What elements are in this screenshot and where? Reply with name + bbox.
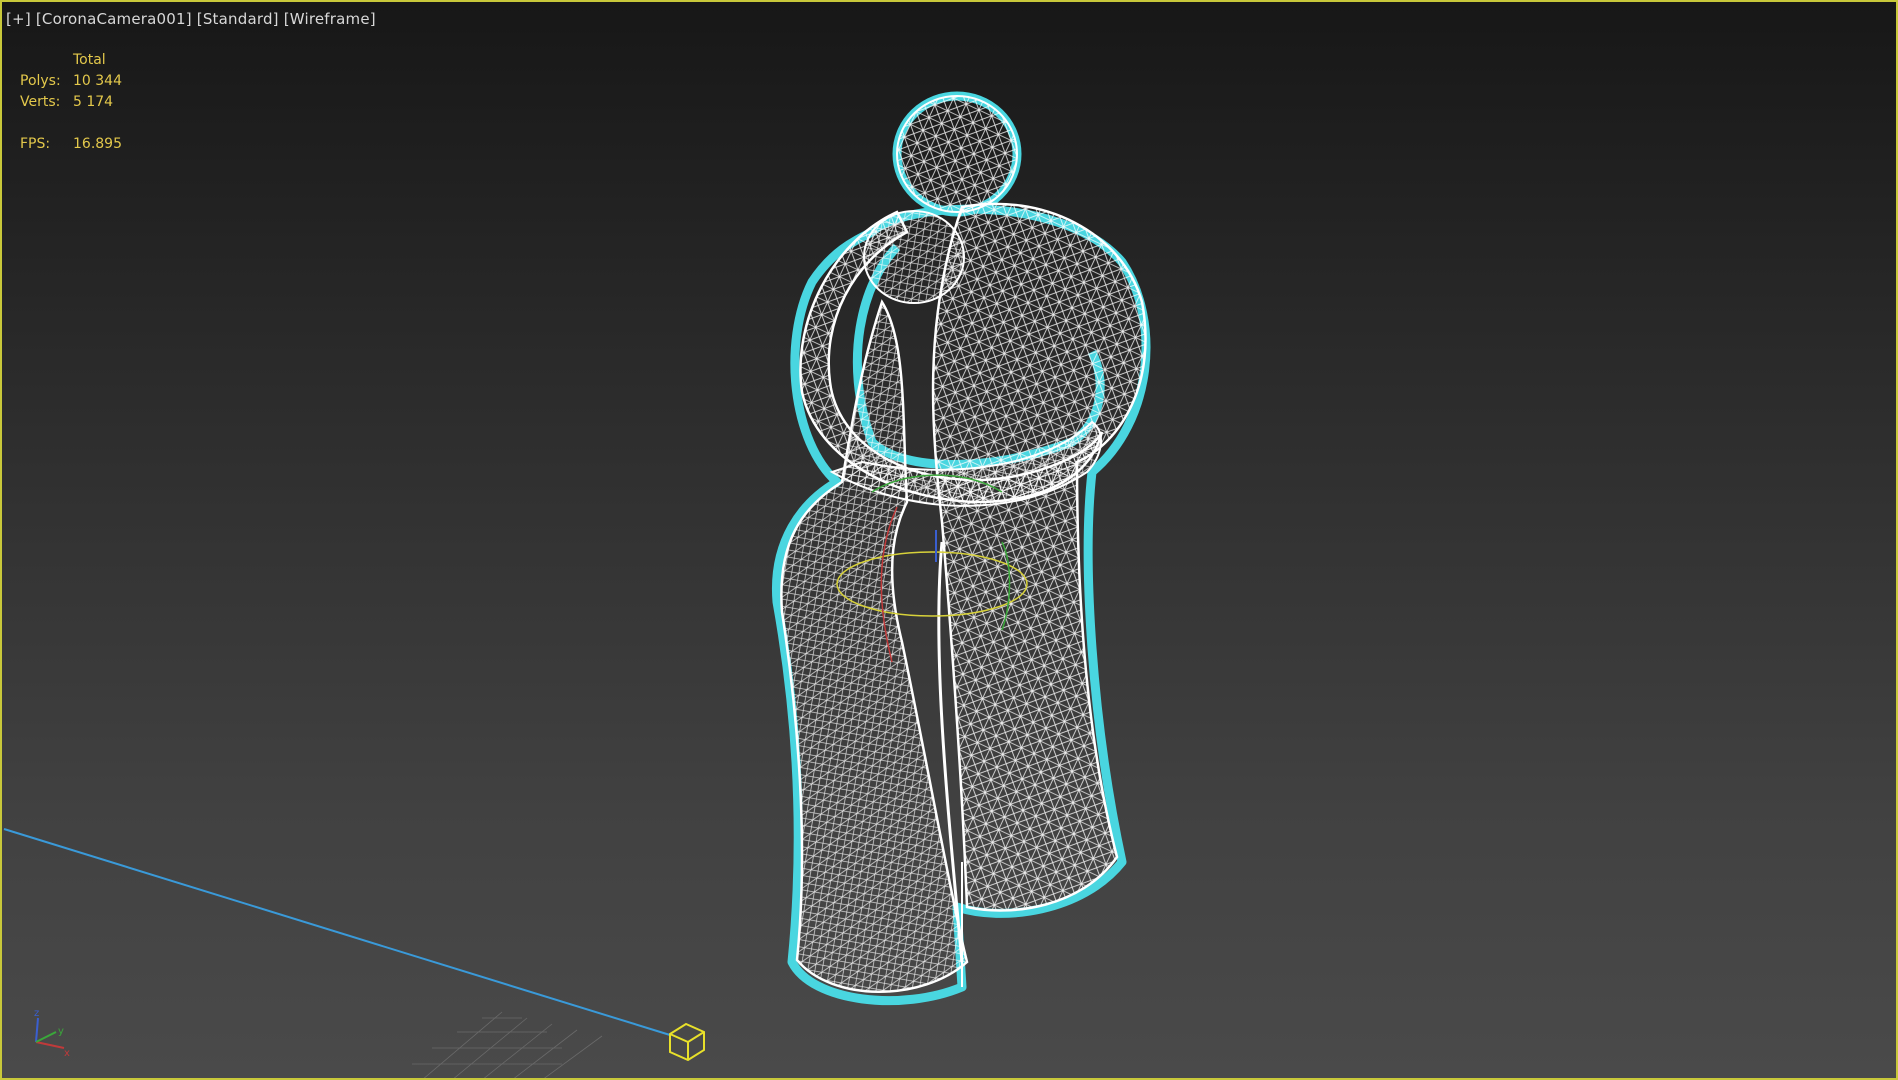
sculpture-wireframe[interactable] bbox=[771, 91, 1151, 1006]
grid-floor bbox=[412, 1011, 603, 1078]
fps-value: 16.895 bbox=[73, 136, 122, 152]
axis-label-z: z bbox=[34, 1008, 39, 1019]
viewport-shading-standard-menu[interactable]: [Standard] bbox=[197, 10, 279, 28]
viewport-scene[interactable]: z y x bbox=[2, 2, 1898, 1080]
verts-value: 5 174 bbox=[73, 94, 114, 110]
stats-header: Total bbox=[73, 52, 106, 68]
axis-label-y: y bbox=[58, 1026, 64, 1037]
viewport-label: [+] [CoronaCamera001] [Standard] [Wirefr… bbox=[6, 10, 376, 28]
stats-fps-row: FPS: 16.895 bbox=[20, 134, 122, 155]
stats-polys-row: Polys: 10 344 bbox=[20, 71, 122, 92]
polys-label: Polys: bbox=[20, 73, 61, 89]
light-cube-icon[interactable] bbox=[669, 1022, 705, 1062]
stats-header-row: Total bbox=[20, 50, 122, 71]
viewport-camera-menu[interactable]: [CoronaCamera001] bbox=[36, 10, 192, 28]
viewport-wireframe-menu[interactable]: [Wireframe] bbox=[284, 10, 376, 28]
axis-label-x: x bbox=[64, 1048, 70, 1059]
viewport-plus-menu[interactable]: [+] bbox=[6, 10, 31, 28]
camera-target-line[interactable] bbox=[3, 828, 671, 1036]
verts-label: Verts: bbox=[20, 94, 61, 110]
polys-value: 10 344 bbox=[73, 73, 122, 89]
stats-verts-row: Verts: 5 174 bbox=[20, 92, 122, 113]
viewport[interactable]: z y x [+] [CoronaCamera001] [Standard] [… bbox=[0, 0, 1898, 1080]
fps-label: FPS: bbox=[20, 136, 51, 152]
statistics-overlay: Total Polys: 10 344 Verts: 5 174 FPS: 16… bbox=[20, 50, 122, 155]
